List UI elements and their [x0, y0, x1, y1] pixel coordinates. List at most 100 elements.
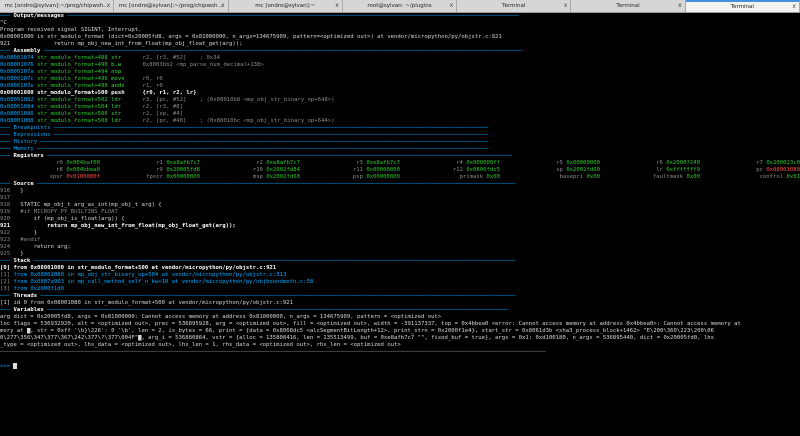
- assembly-opcode: nop: [111, 69, 122, 75]
- register-cell: r9 0x20005fd8: [100, 167, 200, 174]
- close-tab-icon[interactable]: x: [678, 0, 682, 12]
- stack-frame-text: from 0x2000f1d0: [13, 286, 65, 292]
- stack-frame[interactable]: [2] from 0x0807a903 in mp_call_method_se…: [0, 279, 800, 286]
- section-header-output: ─── Output/messages ────────────────────…: [0, 13, 519, 19]
- stack-frame-index: [3]: [0, 286, 11, 292]
- register-name: msp: [252, 174, 263, 180]
- tab-label: Terminal: [730, 4, 754, 10]
- section-header-assembly: ─── Assembly ───────────────────────────…: [0, 48, 523, 54]
- register-cell: primask 0x00: [400, 174, 500, 181]
- register-value: 0x0806fdc5: [466, 167, 500, 173]
- assembly-line: 0x0800107a str_modulo_format+494 nop: [0, 69, 800, 76]
- register-value: 0x00: [486, 174, 500, 180]
- register-name: basepri: [559, 174, 584, 180]
- register-name: faultmask: [652, 174, 684, 180]
- tab-label: Terminal: [502, 3, 526, 9]
- assembly-address: 0x08001080: [0, 90, 34, 96]
- register-cell: r5 0x00000000: [500, 160, 600, 167]
- register-name: r9: [156, 167, 163, 173]
- close-tab-icon[interactable]: x: [792, 2, 796, 12]
- assembly-line: 0x08001076 str_modulo_format+490 b.w 0x8…: [0, 62, 800, 69]
- register-value: 0x20005fd8: [166, 167, 200, 173]
- source-line-text: #if MICROPY_PY_BUILTINS_FLOAT: [13, 209, 118, 215]
- variables-line: loc flags = 536932920, alt = <optimized …: [0, 321, 741, 327]
- stack-frame[interactable]: [1] from 0x08001080 in mp_obj_str_binary…: [0, 272, 800, 279]
- thread-line: [1] id 0 from 0x08001080 in str_modulo_f…: [0, 300, 293, 306]
- register-value: 0x2000f240: [666, 160, 700, 166]
- register-name: r7: [756, 160, 763, 166]
- assembly-symbol: str_modulo_format+504: [37, 104, 108, 110]
- register-cell: basepri 0x00: [500, 174, 600, 181]
- section-header-breakpoints: ─── Breakpoints ────────────────────────…: [0, 125, 489, 131]
- stack-frame-text: from 0x08001080 in str_modulo_format+500…: [13, 265, 277, 271]
- register-cell: r3 0xe8afb7c7: [300, 160, 400, 167]
- tab-7[interactable]: Terminal x: [685, 0, 800, 12]
- assembly-line: 0x0800107c str_modulo_format+496 movs r0…: [0, 76, 800, 83]
- register-name: r4: [456, 160, 463, 166]
- source-line-text: if (mp_obj_is_float(arg)) {: [13, 216, 125, 222]
- register-value: 0x200023c0: [766, 160, 800, 166]
- section-header-expressions: ─── Expressions ────────────────────────…: [0, 132, 489, 138]
- tab-5[interactable]: Terminal x: [457, 0, 572, 12]
- source-line: 920 if (mp_obj_is_float(arg)) {: [0, 216, 800, 223]
- stack-frame[interactable]: [3] from 0x2000f1d0: [0, 286, 800, 293]
- stack-frame-index: [1]: [0, 272, 11, 278]
- close-tab-icon[interactable]: x: [221, 0, 225, 12]
- tab-label: mc [ondro@sylvan]:~/prog/chipwsh…: [4, 3, 109, 9]
- register-value: 0xe8afb7c7: [266, 160, 300, 166]
- source-line: 921 return mp_obj_new_int_from_float(mp_…: [0, 223, 800, 230]
- assembly-symbol: str_modulo_format+490: [37, 62, 108, 68]
- register-value: 0x08001080: [766, 167, 800, 173]
- register-name: r10: [252, 167, 263, 173]
- tab-2[interactable]: mc [ondro@sylvan]:~/prog/chipwsh… x: [114, 0, 229, 12]
- tab-1[interactable]: mc [ondro@sylvan]:~/prog/chipwsh… x: [0, 0, 115, 12]
- register-name: psp: [352, 174, 363, 180]
- tab-3[interactable]: mc [ondro@sylvan]:~ x: [229, 0, 343, 12]
- assembly-symbol: str_modulo_format+488: [37, 55, 108, 61]
- stack-frame-text: from 0x08001080 in mp_obj_str_binary_op+…: [13, 272, 287, 278]
- close-tab-icon[interactable]: x: [564, 0, 568, 12]
- tab-4[interactable]: root@sylvan: ~/plugins x: [343, 0, 458, 12]
- register-name: r2: [256, 160, 263, 166]
- register-value: 0xfffffff9: [666, 167, 700, 173]
- assembly-address: 0x08001076: [0, 62, 34, 68]
- assembly-address: 0x08001086: [0, 111, 34, 117]
- tab-6[interactable]: Terminal x: [571, 0, 686, 12]
- register-value: 0x2002fd60: [566, 167, 600, 173]
- register-cell: r4 0x000000ff: [400, 160, 500, 167]
- register-value: 0x00000000: [366, 167, 400, 173]
- close-tab-icon[interactable]: x: [450, 0, 454, 12]
- variables-line: 0\277\356\347\377\367\242\377\?\377\004F…: [0, 335, 714, 341]
- register-name: primask: [459, 174, 484, 180]
- register-cell: psp 0x00000000: [300, 174, 400, 181]
- assembly-operands: r3, [pc, #52] ; (0x80010b8 <mp_obj_str_b…: [142, 97, 335, 103]
- register-value: 0x00000000: [566, 160, 600, 166]
- register-value: 0xe8afb7c7: [166, 160, 200, 166]
- source-line-text: #endif: [13, 237, 41, 243]
- tab-bar: mc [ondro@sylvan]:~/prog/chipwsh… x mc [on…: [0, 0, 800, 13]
- section-header-threads: ─── Threads ────────────────────────────…: [0, 293, 516, 299]
- register-cell: r10 0x2002fd84: [200, 167, 300, 174]
- source-line-number: 924: [0, 244, 11, 250]
- assembly-opcode: str: [111, 111, 122, 117]
- terminal-area[interactable]: ─── Output/messages ────────────────────…: [0, 13, 800, 436]
- output-line: 0x08001080 in str_modulo_format (dict=0x…: [0, 34, 502, 40]
- register-cell: r7 0x200023c0: [700, 160, 800, 167]
- gdb-prompt-line[interactable]: >>>: [0, 363, 800, 370]
- register-value: 0xe8afb7c7: [366, 160, 400, 166]
- source-line: 919 #if MICROPY_PY_BUILTINS_FLOAT: [0, 209, 800, 216]
- assembly-line: 0x08001080 str_modulo_format+500 push {r…: [0, 90, 800, 97]
- close-tab-icon[interactable]: x: [335, 0, 339, 12]
- register-value: 0x01: [786, 174, 800, 180]
- register-name: r12: [452, 167, 463, 173]
- register-name: r1: [156, 160, 163, 166]
- close-tab-icon[interactable]: x: [107, 0, 111, 12]
- register-value: 0x000000ff: [466, 160, 500, 166]
- source-line-number: 921: [0, 223, 11, 229]
- register-cell: r12 0x0806fdc5: [400, 167, 500, 174]
- stack-frame[interactable]: [0] from 0x08001080 in str_modulo_format…: [0, 265, 800, 272]
- assembly-line: 0x08001088 str_modulo_format+508 ldr r2,…: [0, 118, 800, 125]
- assembly-address: 0x0800107e: [0, 83, 34, 89]
- register-name: r11: [352, 167, 363, 173]
- source-line-text: return arg;: [13, 244, 71, 250]
